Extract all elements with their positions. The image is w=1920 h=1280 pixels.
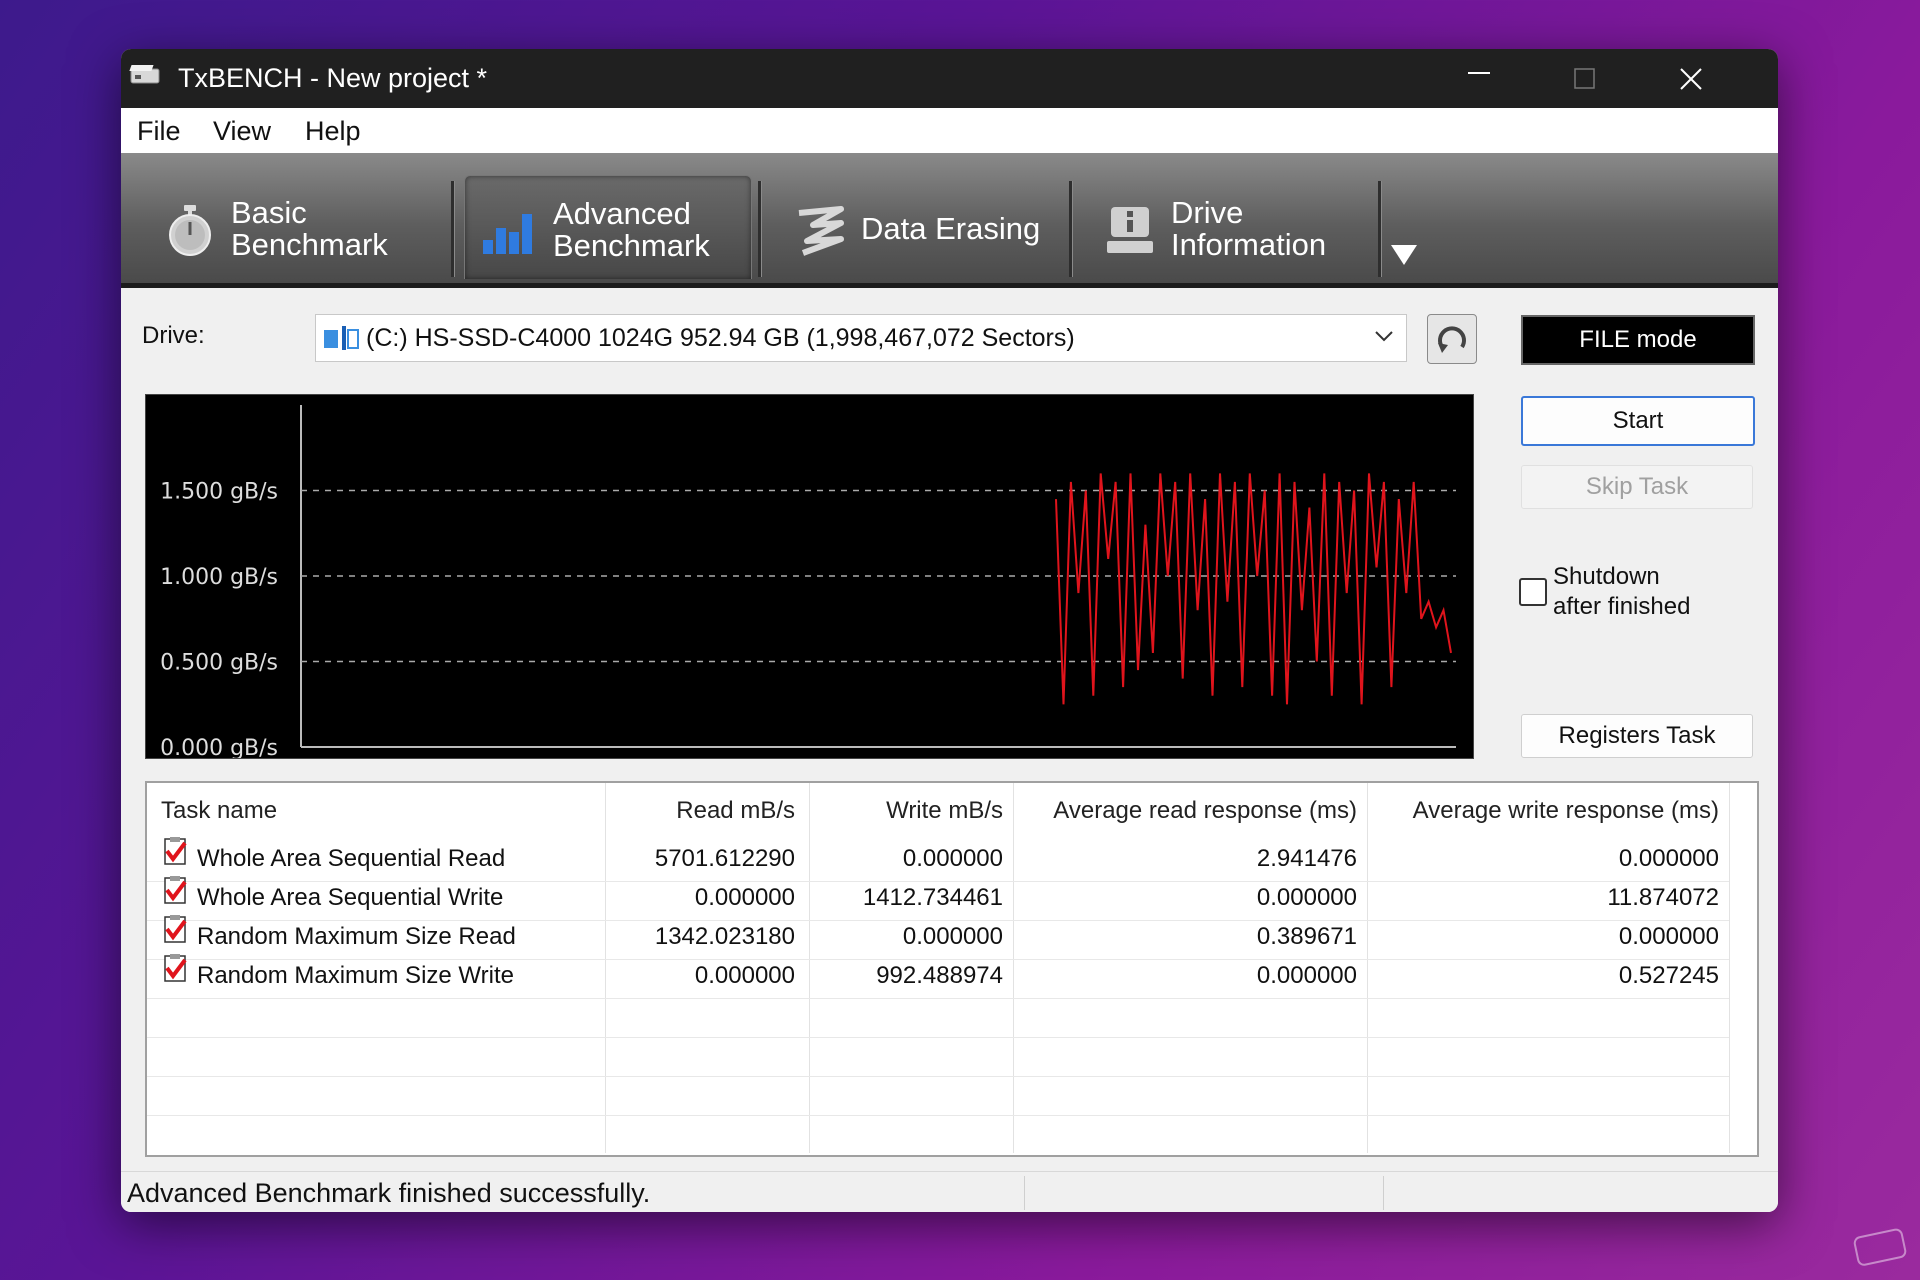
status-message: Advanced Benchmark finished successfully… — [127, 1178, 651, 1208]
write-cell: 0.000000 — [902, 923, 1003, 950]
menu-help[interactable]: Help — [305, 116, 361, 147]
task-name-cell: Random Maximum Size Write — [197, 962, 514, 989]
task-check-icon — [164, 954, 187, 982]
avg-write-cell: 0.000000 — [1618, 923, 1719, 950]
drive-select[interactable]: (C:) HS-SSD-C4000 1024G 952.94 GB (1,998… — [315, 314, 1407, 362]
toolbar: Basic Benchmark Advanced Benchmark Data … — [121, 153, 1778, 288]
drive-icon — [324, 326, 359, 350]
task-name-cell: Whole Area Sequential Write — [197, 884, 504, 911]
avg-write-cell: 0.000000 — [1618, 845, 1719, 872]
write-cell: 1412.734461 — [862, 884, 1003, 911]
row-divider — [147, 881, 1729, 882]
task-check-icon — [164, 837, 187, 865]
column-header-task-name[interactable]: Task name — [161, 797, 277, 825]
tab-label: Basic Benchmark — [231, 195, 388, 262]
avg-write-cell: 0.527245 — [1618, 962, 1719, 989]
avg-write-cell: 11.874072 — [1607, 884, 1719, 911]
row-divider — [147, 959, 1729, 960]
column-header-write[interactable]: Write mB/s — [803, 797, 1003, 825]
maximize-button[interactable] — [1535, 49, 1635, 108]
avg-read-cell: 0.389671 — [1256, 923, 1357, 950]
close-icon — [1680, 68, 1702, 90]
status-bar: Advanced Benchmark finished successfully… — [121, 1171, 1778, 1212]
avg-read-cell: 2.941476 — [1256, 845, 1357, 872]
file-mode-indicator[interactable]: FILE mode — [1521, 315, 1755, 365]
tab-label: Drive Information — [1171, 195, 1327, 262]
avg-read-cell: 0.000000 — [1256, 884, 1357, 911]
drive-label: Drive: — [142, 322, 205, 349]
tab-separator — [1378, 181, 1382, 277]
toolbar-dropdown-icon[interactable] — [1389, 243, 1419, 267]
close-button[interactable] — [1641, 49, 1741, 108]
y-tick-label: 1.000 gB/s — [160, 565, 278, 590]
menu-view[interactable]: View — [213, 116, 271, 147]
write-cell: 992.488974 — [876, 962, 1003, 989]
read-cell: 1342.023180 — [654, 923, 795, 950]
column-divider — [1729, 783, 1730, 1153]
row-divider — [147, 920, 1729, 921]
chart-svg: 1.500 gB/s 1.000 gB/s 0.500 gB/s 0.000 gB/s — [160, 405, 1456, 761]
maximize-icon — [1574, 68, 1595, 89]
start-button[interactable]: Start — [1521, 396, 1755, 446]
task-name-cell: Whole Area Sequential Read — [197, 845, 506, 872]
shutdown-checkbox[interactable] — [1519, 578, 1547, 606]
column-header-avg-write[interactable]: Average write response (ms) — [1361, 797, 1719, 825]
shutdown-label: Shutdown after finished — [1553, 563, 1691, 620]
drive-select-value: (C:) HS-SSD-C4000 1024G 952.94 GB (1,998… — [366, 324, 1075, 352]
read-cell: 5701.612290 — [654, 845, 795, 872]
tab-drive-information[interactable]: Drive Information — [1081, 175, 1381, 278]
row-divider — [147, 998, 1729, 999]
drive-info-icon — [1107, 207, 1153, 253]
task-name-cell: Random Maximum Size Read — [197, 923, 516, 950]
status-separator — [1383, 1176, 1384, 1210]
menu-bar: File View Help — [121, 108, 1778, 153]
refresh-button[interactable] — [1427, 314, 1477, 364]
column-header-read[interactable]: Read mB/s — [599, 797, 795, 825]
window-title: TxBENCH - New project * — [178, 63, 488, 93]
tab-separator — [1069, 181, 1073, 277]
minimize-icon — [1468, 72, 1490, 74]
tab-data-erasing[interactable]: Data Erasing — [771, 175, 1071, 278]
benchmark-chart: 1.500 gB/s 1.000 gB/s 0.500 gB/s 0.000 gB/s — [145, 394, 1474, 761]
minimize-button[interactable] — [1429, 49, 1529, 108]
results-table[interactable]: Task name Read mB/s Write mB/s Average r… — [145, 781, 1759, 1157]
write-cell: 0.000000 — [902, 845, 1003, 872]
read-cell: 0.000000 — [694, 884, 795, 911]
watermark-logo-icon — [1853, 1228, 1907, 1266]
y-tick-label: 0.000 gB/s — [160, 736, 278, 758]
task-check-icon — [164, 876, 187, 904]
skip-task-button[interactable]: Skip Task — [1521, 465, 1753, 509]
stopwatch-icon — [169, 205, 211, 256]
app-logo-icon — [129, 65, 160, 84]
menu-file[interactable]: File — [137, 116, 181, 147]
status-separator — [1024, 1176, 1025, 1210]
column-header-avg-read[interactable]: Average read response (ms) — [1007, 797, 1357, 825]
tab-separator — [758, 181, 762, 277]
tab-label: Data Erasing — [861, 211, 1041, 246]
chart-series-line — [1055, 473, 1452, 705]
row-divider — [147, 1115, 1729, 1116]
tab-basic-benchmark[interactable]: Basic Benchmark — [141, 175, 441, 278]
task-check-icon — [164, 915, 187, 943]
bar-chart-icon — [483, 214, 532, 254]
row-divider — [147, 1037, 1729, 1038]
y-tick-label: 1.500 gB/s — [160, 480, 278, 505]
tab-advanced-benchmark[interactable]: Advanced Benchmark — [464, 175, 752, 279]
avg-read-cell: 0.000000 — [1256, 962, 1357, 989]
tab-separator — [451, 181, 455, 277]
read-cell: 0.000000 — [694, 962, 795, 989]
registers-task-button[interactable]: Registers Task — [1521, 714, 1753, 758]
app-window: TxBENCH - New project * File View Help B… — [121, 49, 1778, 1212]
eraser-icon — [798, 206, 844, 256]
refresh-icon — [1438, 326, 1466, 353]
y-tick-label: 0.500 gB/s — [160, 651, 278, 676]
title-bar[interactable]: TxBENCH - New project * — [121, 49, 1778, 108]
tab-label: Advanced Benchmark — [553, 196, 710, 263]
chevron-down-icon — [1375, 331, 1393, 342]
row-divider — [147, 1076, 1729, 1077]
